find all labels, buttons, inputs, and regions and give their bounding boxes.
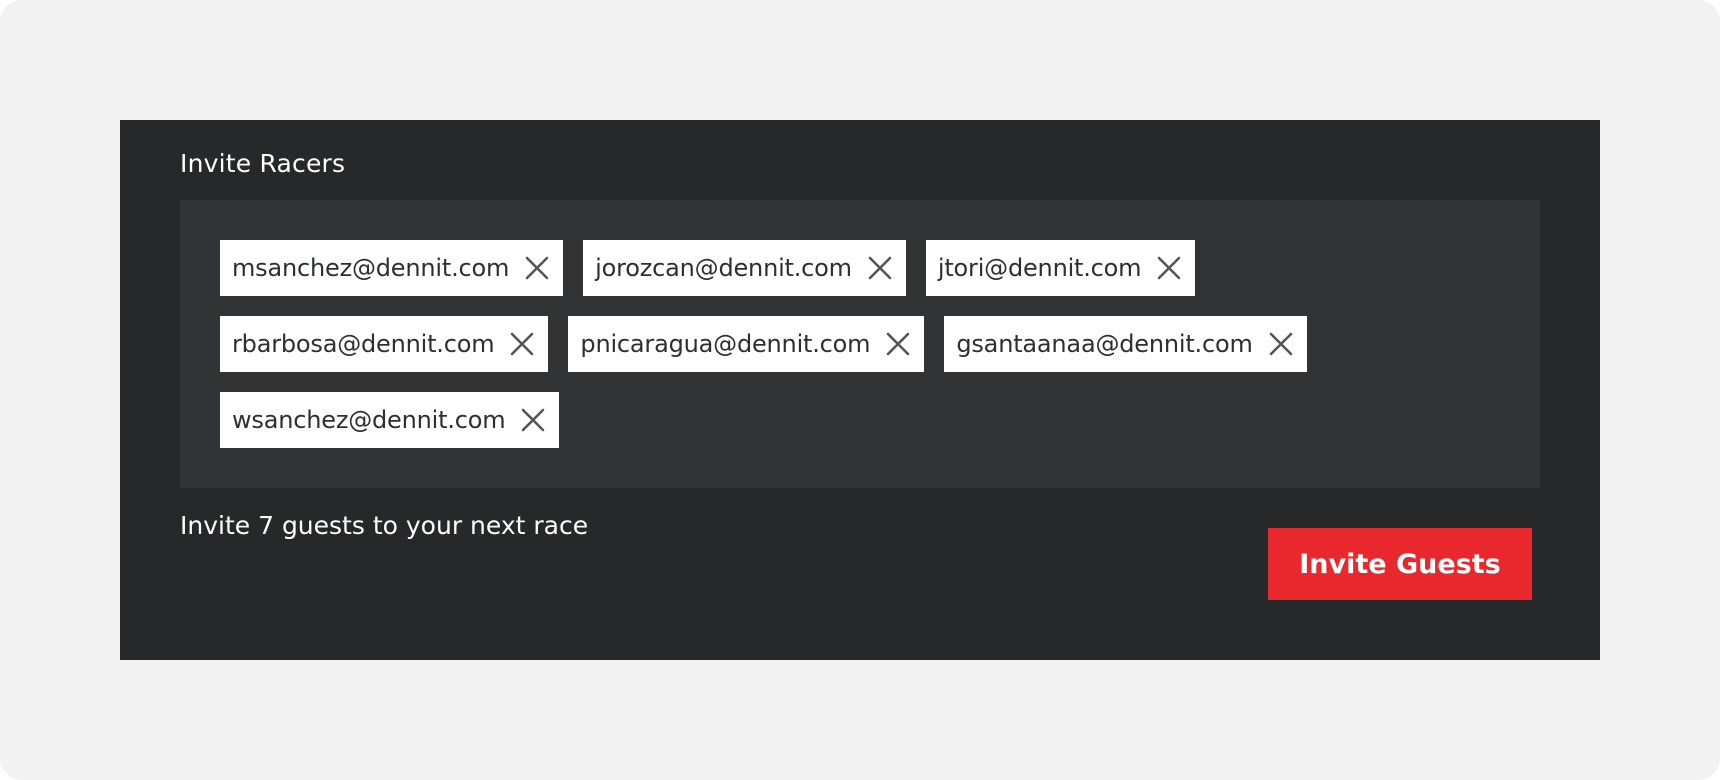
email-chip-label: jorozcan@dennit.com <box>595 254 852 282</box>
email-chip: jorozcan@dennit.com <box>583 240 906 296</box>
email-chip-area[interactable]: msanchez@dennit.com jorozcan@dennit.com … <box>180 200 1540 488</box>
email-chip: jtori@dennit.com <box>925 240 1196 296</box>
email-chip: gsantaanaa@dennit.com <box>944 316 1307 372</box>
invite-guests-button[interactable]: Invite Guests <box>1268 528 1532 600</box>
email-chip-label: msanchez@dennit.com <box>232 254 510 282</box>
email-chip: msanchez@dennit.com <box>220 240 564 296</box>
email-chip-label: rbarbosa@dennit.com <box>232 330 495 358</box>
email-chip-label: wsanchez@dennit.com <box>232 406 506 434</box>
email-chip: pnicaragua@dennit.com <box>568 316 925 372</box>
close-icon[interactable] <box>866 254 894 282</box>
close-icon[interactable] <box>884 330 912 358</box>
email-chip-label: jtori@dennit.com <box>937 254 1142 282</box>
email-chip-label: gsantaanaa@dennit.com <box>956 330 1253 358</box>
close-icon[interactable] <box>519 406 547 434</box>
email-chip: wsanchez@dennit.com <box>220 392 560 448</box>
email-chip: rbarbosa@dennit.com <box>220 316 549 372</box>
chip-row: wsanchez@dennit.com <box>220 392 1500 448</box>
close-icon[interactable] <box>523 254 551 282</box>
chip-row: rbarbosa@dennit.com pnicaragua@dennit.co… <box>220 316 1500 372</box>
chip-row: msanchez@dennit.com jorozcan@dennit.com … <box>220 240 1500 296</box>
email-chip-label: pnicaragua@dennit.com <box>580 330 871 358</box>
close-icon[interactable] <box>1267 330 1295 358</box>
close-icon[interactable] <box>1155 254 1183 282</box>
invite-summary-text: Invite 7 guests to your next race <box>180 511 589 540</box>
panel-title: Invite Racers <box>180 149 346 178</box>
close-icon[interactable] <box>508 330 536 358</box>
page-canvas: Invite Racers msanchez@dennit.com jorozc… <box>0 0 1720 780</box>
invite-racers-panel: Invite Racers msanchez@dennit.com jorozc… <box>120 120 1600 660</box>
